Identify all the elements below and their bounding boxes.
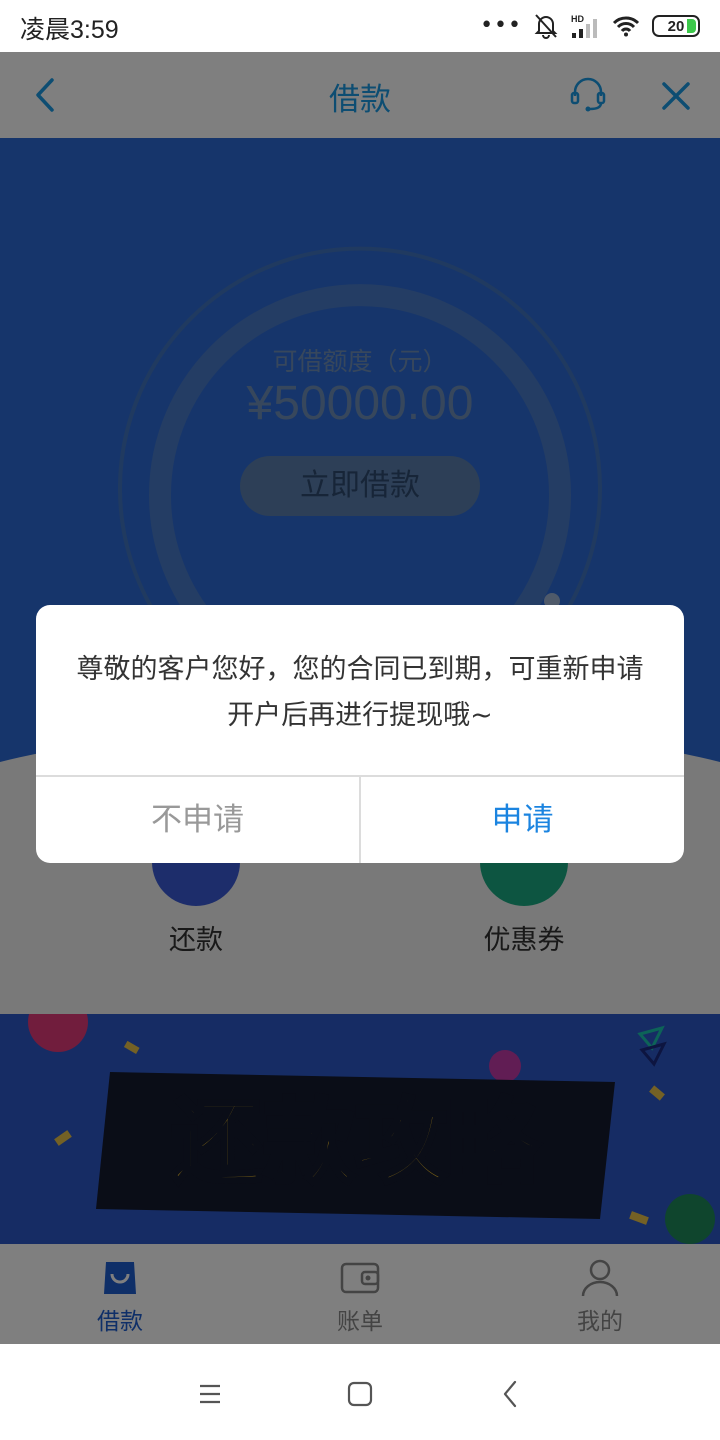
network-type: HD bbox=[571, 14, 584, 24]
status-icons: ••• HD 20 bbox=[480, 12, 700, 40]
dialog-message: 尊敬的客户您好，您的合同已到期，可重新申请开户后再进行提现哦~ bbox=[76, 654, 644, 731]
wifi-icon bbox=[612, 16, 640, 37]
signal-icon: HD bbox=[571, 14, 597, 38]
menu-icon[interactable] bbox=[190, 1374, 230, 1414]
battery-icon: 20 bbox=[652, 15, 700, 37]
status-bar: 凌晨3:59 ••• HD 20 bbox=[0, 0, 720, 52]
more-dots-icon: ••• bbox=[480, 13, 522, 38]
system-nav-bar bbox=[0, 1344, 720, 1440]
mute-bell-icon bbox=[534, 14, 558, 39]
status-time: 凌晨3:59 bbox=[20, 16, 119, 44]
decline-button[interactable]: 不申请 bbox=[36, 777, 359, 863]
home-icon[interactable] bbox=[340, 1374, 380, 1414]
contract-expired-dialog: 尊敬的客户您好，您的合同已到期，可重新申请开户后再进行提现哦~ 不申请 申请 bbox=[36, 605, 684, 863]
back-icon[interactable] bbox=[490, 1374, 530, 1414]
apply-button[interactable]: 申请 bbox=[361, 777, 684, 863]
battery-level: 20 bbox=[667, 17, 685, 35]
